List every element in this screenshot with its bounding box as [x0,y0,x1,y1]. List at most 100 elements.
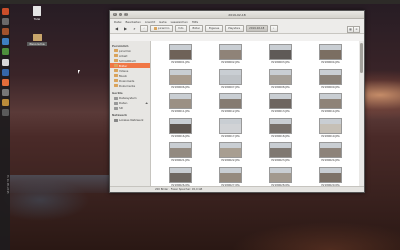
desktop-icon-tulsi[interactable]: Tulsi [27,6,47,21]
sidebar-section-devices: Geräte [112,90,123,95]
file-item[interactable]: P2180016.JPG [156,117,206,138]
top-panel [0,0,400,4]
breadcrumb-foto[interactable]: foto [174,24,187,33]
image-thumbnail [169,68,192,85]
list-view-icon[interactable]: ≡ [353,25,360,33]
file-item[interactable]: P2180002.JPG [206,44,256,64]
text-editor-icon[interactable] [1,68,9,76]
breadcrumb-prev-arrow[interactable]: ‹ [140,24,149,33]
file-item[interactable]: P2180012.JPG [206,93,256,113]
home-icon [153,27,158,30]
breadcrumb-home[interactable]: picarmin [150,24,173,33]
back-icon[interactable]: ◀ [113,26,120,32]
sidebar-item-network[interactable]: Lokales Netzwerk [110,118,150,123]
file-item[interactable]: P2180013.JPG [256,93,306,113]
menu-edit[interactable]: Bearbeiten [125,20,140,24]
file-name: P2180022.JPG [221,159,240,162]
file-name: P2180002.JPG [221,61,240,64]
file-item[interactable]: P2180009.JPG [306,68,356,89]
scrollbar[interactable] [359,41,364,187]
file-item[interactable]: P2180027.JPG [206,166,256,187]
folder-icon [114,84,118,88]
file-item[interactable]: P2180014.JPG [306,93,356,113]
image-viewer-icon[interactable] [1,99,9,107]
file-manager-window: × – □ 2019-02-18 Datei Bearbeiten Ansich… [109,10,365,193]
file-item[interactable]: P2180001.JPG [156,44,206,64]
breadcrumb-eigenes[interactable]: Eigenes [205,24,223,33]
image-thumbnail [219,68,242,85]
file-name: P2180023.JPG [271,159,290,162]
search-icon[interactable]: ⌕ [131,26,138,32]
file-item[interactable]: P2180019.JPG [306,117,356,138]
file-item[interactable]: P2180017.JPG [206,117,256,138]
folder-icon [32,34,42,41]
window-titlebar[interactable]: × – □ 2019-02-18 [110,11,364,19]
image-thumbnail [169,44,192,60]
breadcrumb-playstore[interactable]: Playstore [224,24,244,33]
scrollbar-thumb[interactable] [360,43,363,73]
image-thumbnail [219,142,242,158]
desktop-icon-panorama[interactable]: Panorama [27,34,47,46]
folder-icon [114,49,118,53]
breadcrumb-current[interactable]: 2019-02-18 [245,24,268,33]
image-thumbnail [319,68,342,85]
file-item[interactable]: P2180022.JPG [206,142,256,162]
file-item[interactable]: P2180004.JPG [306,44,356,64]
drive-icon [114,106,118,110]
image-thumbnail [169,166,192,183]
image-thumbnail [269,93,292,109]
file-item[interactable]: P2180023.JPG [256,142,306,162]
menu-bookmarks[interactable]: Lesezeichen [171,20,188,24]
file-item[interactable]: P2180024.JPG [306,142,356,162]
file-item[interactable]: P2180028.JPG [256,166,306,187]
menu-go[interactable]: Gehe [159,20,166,24]
image-thumbnail [269,142,292,158]
settings-icon[interactable] [1,78,9,86]
eject-icon[interactable]: ⏏ [146,102,148,105]
file-item[interactable]: P2180003.JPG [256,44,306,64]
file-item[interactable]: P2180026.JPG [156,166,206,187]
image-thumbnail [219,166,242,183]
office-icon[interactable] [1,38,9,46]
software-center-icon[interactable] [1,58,9,66]
menu-help[interactable]: Hilfe [192,20,198,24]
toolbar: ◀ ▶ ⌕ ‹ picarmin foto Bilder Eigenes Pla… [110,24,364,34]
breadcrumb-bilder[interactable]: Bilder [188,24,204,33]
file-grid: P2180001.JPG P2180002.JPG P2180003.JPG P218… [156,44,356,187]
launcher-clock: Mi. 11. 05, 23:15 [6,175,9,194]
workspace-icon[interactable] [1,109,9,117]
file-name: P2180001.JPG [171,61,190,64]
menu-file[interactable]: Datei [114,20,121,24]
network-icon [114,118,118,122]
file-item[interactable]: P2180011.JPG [156,93,206,113]
terminal-icon[interactable] [1,89,9,97]
desktop-icon-label: Tulsi [33,17,41,21]
forward-icon[interactable]: ▶ [122,26,129,32]
file-item[interactable]: P2180007.JPG [206,68,256,89]
file-name: P2180009.JPG [321,85,340,89]
files-icon[interactable] [1,17,9,25]
menu-view[interactable]: Ansicht [145,20,155,24]
calc-icon[interactable] [1,48,9,56]
file-item[interactable]: P2180008.JPG [256,68,306,89]
file-name: P2180014.JPG [321,110,340,113]
file-name: P2180024.JPG [321,159,340,162]
file-name: P2180003.JPG [271,61,290,64]
image-thumbnail [219,44,242,60]
file-name: P2180018.JPG [271,134,290,138]
file-name: P2180017.JPG [221,134,240,138]
file-item[interactable]: P2180021.JPG [156,142,206,162]
file-item[interactable]: P2180018.JPG [256,117,306,138]
breadcrumb-next-arrow[interactable]: › [269,24,278,33]
folder-icon [114,74,118,78]
file-item[interactable]: P2180006.JPG [156,68,206,89]
image-thumbnail [319,44,342,60]
file-name: P2180008.JPG [271,85,290,89]
dash-icon[interactable] [1,7,9,15]
firefox-icon[interactable] [1,27,9,35]
file-name: P2180012.JPG [221,110,240,113]
file-name: P2180011.JPG [171,110,190,113]
folder-icon [114,59,118,63]
file-item[interactable]: P2180029.JPG [306,166,356,187]
image-thumbnail [219,93,242,109]
